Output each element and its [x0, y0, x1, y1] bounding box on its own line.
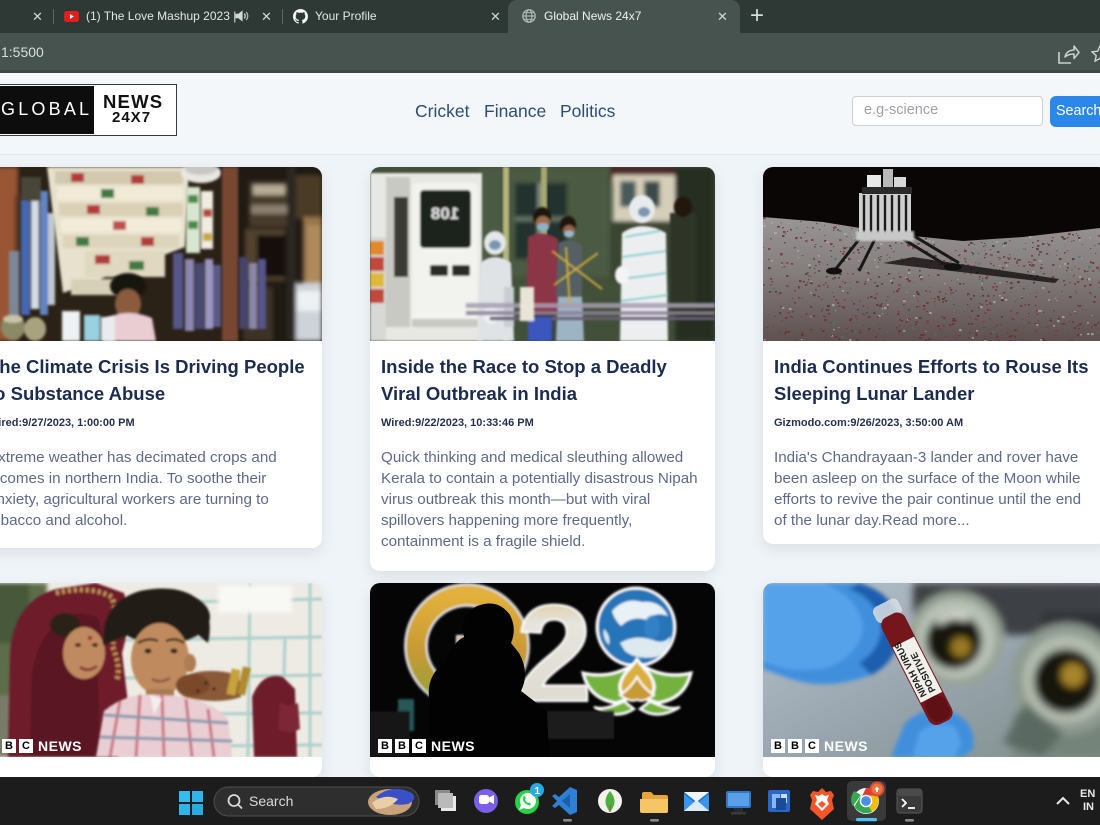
svg-text:IN: IN [1083, 801, 1094, 813]
svg-text:108: 108 [431, 204, 459, 223]
svg-text:Search: Search [249, 793, 293, 809]
svg-text:EN: EN [1080, 788, 1095, 800]
svg-text:1: 1 [535, 786, 541, 797]
